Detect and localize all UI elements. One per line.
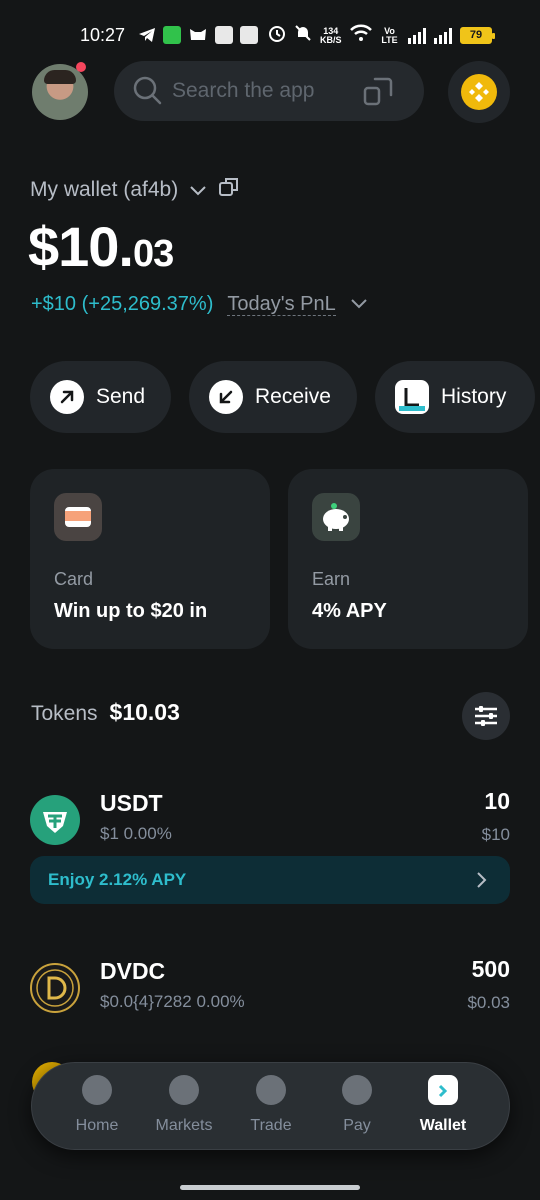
token-symbol: USDT [100, 790, 163, 816]
usdt-apy-banner[interactable]: Enjoy 2.12% APY [30, 856, 510, 904]
mute-icon [294, 24, 312, 47]
chevron-right-icon [474, 870, 490, 890]
earn-title: Earn [312, 569, 351, 589]
youtube-icon [240, 26, 258, 44]
wifi-icon [349, 24, 372, 47]
token-price: $1 0.00% [100, 824, 172, 843]
history-icon [395, 380, 429, 414]
nav-home[interactable]: Home [54, 1075, 140, 1135]
search-icon [132, 75, 162, 105]
tokens-header: Tokens $10.03 [31, 699, 180, 726]
card-icon [54, 493, 102, 541]
chevron-down-icon [190, 178, 206, 202]
token-amount: 500 [471, 956, 510, 982]
notification-icons [138, 26, 258, 49]
pay-icon [342, 1075, 372, 1105]
tokens-total: $10.03 [109, 699, 180, 725]
search-bar[interactable] [114, 61, 424, 121]
token-amount: 10 [484, 788, 510, 814]
linkedin-icon [215, 26, 233, 44]
notification-dot [76, 62, 86, 72]
dvdc-logo-icon [30, 963, 80, 1013]
receive-icon [209, 380, 243, 414]
wallet-selector[interactable]: My wallet (af4b) [30, 176, 240, 204]
status-bar: 10:27 134 KB/S Vo LTE 79 [0, 20, 540, 52]
signal-icon-2 [433, 27, 452, 44]
scan-icon[interactable] [362, 75, 394, 107]
bnb-icon [461, 74, 497, 110]
game-icon [188, 26, 208, 49]
status-time: 10:27 [80, 25, 126, 45]
receive-label: Receive [255, 385, 331, 408]
chevron-down-icon [350, 293, 368, 316]
nav-pay[interactable]: Pay [314, 1075, 400, 1135]
token-usd-value: $0.03 [467, 993, 510, 1012]
sliders-icon [462, 706, 510, 744]
token-row-dvdc[interactable]: DVDC $0.0{4}7282 0.00% 500 $0.03 [30, 955, 510, 1025]
filter-button[interactable] [462, 692, 510, 740]
battery-indicator: 79 [460, 27, 495, 44]
copy-icon[interactable] [218, 176, 240, 204]
pnl-value: +$10 (+25,269.37%) [31, 293, 214, 315]
bottom-nav: Home Markets Trade Pay Wallet [31, 1062, 510, 1150]
avatar[interactable] [32, 64, 88, 120]
search-input[interactable] [172, 75, 372, 107]
earn-promo[interactable]: Earn 4% APY [288, 469, 528, 649]
markets-icon [169, 1075, 199, 1105]
pnl-label: Today's PnL [227, 293, 336, 316]
volte-label: Vo LTE [381, 25, 398, 45]
system-icons: 134 KB/S Vo LTE [268, 24, 452, 47]
home-icon [82, 1075, 112, 1105]
gesture-bar[interactable] [180, 1185, 360, 1190]
card-promo[interactable]: Card Win up to $20 in [30, 469, 270, 649]
wallet-icon [428, 1075, 458, 1105]
telegram-icon [138, 26, 156, 49]
history-label: History [441, 385, 507, 408]
nav-wallet[interactable]: Wallet [400, 1075, 486, 1135]
token-symbol: DVDC [100, 958, 166, 984]
network-speed: 134 KB/S [320, 25, 342, 45]
nav-markets[interactable]: Markets [141, 1075, 227, 1135]
avatar-hair [44, 70, 76, 84]
card-desc: Win up to $20 in [54, 600, 208, 622]
token-usd-value: $10 [481, 825, 510, 844]
tokens-label: Tokens [31, 702, 98, 725]
token-row-usdt[interactable]: USDT $1 0.00% 10 $10 [30, 787, 510, 857]
card-title: Card [54, 569, 94, 589]
send-button[interactable]: Send [30, 361, 171, 433]
pnl-row[interactable]: +$10 (+25,269.37%) Today's PnL [31, 293, 368, 316]
apy-banner-text: Enjoy 2.12% APY [48, 870, 187, 889]
earn-desc: 4% APY [312, 600, 387, 622]
bnb-chain-button[interactable] [448, 61, 510, 123]
history-button[interactable]: History [375, 361, 535, 433]
trade-icon [256, 1075, 286, 1105]
usdt-logo-icon [30, 795, 80, 845]
signal-icon [407, 27, 426, 44]
wechat-icon [163, 26, 181, 44]
send-label: Send [96, 385, 146, 408]
token-price: $0.0{4}7282 0.00% [100, 992, 245, 1011]
send-icon [50, 380, 84, 414]
wallet-balance: $10.03 [28, 215, 174, 278]
alarm-icon [268, 24, 286, 47]
receive-button[interactable]: Receive [189, 361, 357, 433]
piggy-bank-icon [312, 493, 360, 541]
nav-trade[interactable]: Trade [228, 1075, 314, 1135]
wallet-name: My wallet (af4b) [30, 178, 179, 201]
